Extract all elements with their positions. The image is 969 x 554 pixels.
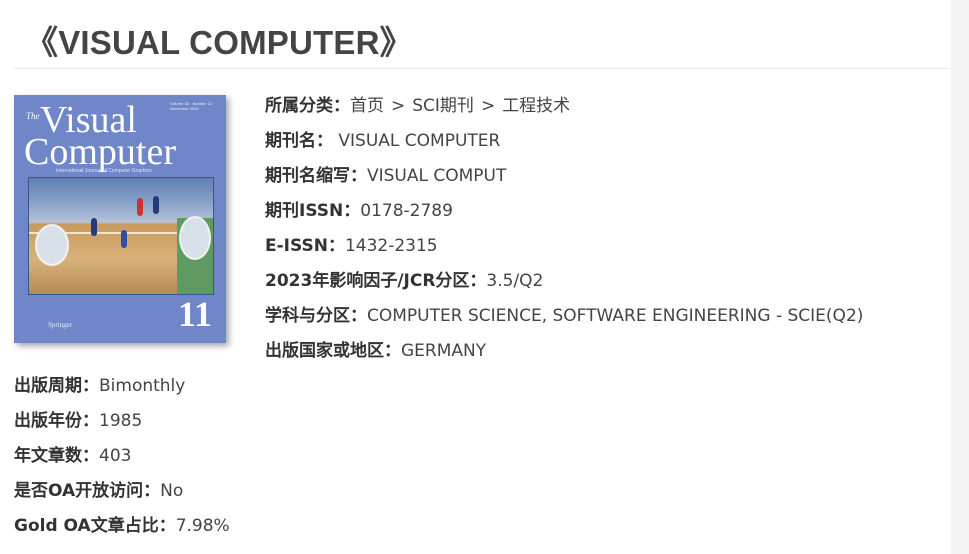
breadcrumb-engineering-link[interactable]: 工程技术 bbox=[502, 96, 570, 116]
detail-subject-category: 学科与分区：COMPUTER SCIENCE, SOFTWARE ENGINEE… bbox=[265, 305, 863, 327]
detail-value: VISUAL COMPUTER bbox=[338, 131, 501, 151]
detail-frequency: 出版周期：Bimonthly bbox=[14, 375, 185, 397]
cover-player bbox=[137, 198, 143, 216]
detail-value: 403 bbox=[99, 446, 132, 466]
detail-abbreviation: 期刊名缩写：VISUAL COMPUT bbox=[265, 165, 506, 187]
detail-label: 期刊名： bbox=[265, 131, 333, 151]
detail-label: E-ISSN： bbox=[265, 236, 345, 256]
detail-label: 学科与分区： bbox=[265, 306, 367, 326]
breadcrumb-label: 所属分类： bbox=[265, 96, 350, 116]
detail-label: 出版周期： bbox=[14, 376, 99, 396]
detail-articles-per-year: 年文章数：403 bbox=[14, 445, 131, 467]
detail-label: 年文章数： bbox=[14, 446, 99, 466]
detail-value: No bbox=[160, 481, 184, 501]
detail-eissn: E-ISSN：1432-2315 bbox=[265, 235, 438, 257]
detail-label: 2023年影响因子/JCR分区： bbox=[265, 271, 487, 291]
detail-issn: 期刊ISSN：0178-2789 bbox=[265, 200, 453, 222]
journal-cover-image: Volume 35 · Number 11 · November 2019 Th… bbox=[14, 95, 226, 343]
detail-impact-factor: 2023年影响因子/JCR分区：3.5/Q2 bbox=[265, 270, 543, 292]
cover-subtitle: International Journal of Computer Graphi… bbox=[56, 168, 152, 174]
detail-value: 1985 bbox=[99, 411, 143, 431]
breadcrumb-home-link[interactable]: 首页 bbox=[350, 96, 384, 116]
detail-value: GERMANY bbox=[401, 341, 487, 361]
cover-illustration bbox=[28, 177, 214, 295]
cover-player bbox=[153, 196, 159, 214]
cover-player bbox=[121, 230, 127, 248]
detail-label: 是否OA开放访问： bbox=[14, 481, 161, 501]
cover-player bbox=[91, 218, 97, 236]
breadcrumb-separator: > bbox=[480, 96, 496, 116]
detail-label: 期刊ISSN： bbox=[265, 201, 361, 221]
detail-value: 7.98% bbox=[175, 516, 230, 536]
breadcrumb-separator: > bbox=[391, 96, 406, 116]
cover-title-line2: Computer bbox=[24, 131, 176, 173]
detail-journal-name: 期刊名： VISUAL COMPUTER bbox=[265, 130, 500, 152]
detail-open-access: 是否OA开放访问：No bbox=[14, 480, 183, 502]
detail-value: 0178-2789 bbox=[360, 201, 453, 221]
detail-country: 出版国家或地区：GERMANY bbox=[265, 340, 486, 362]
cover-bubble-right bbox=[179, 216, 211, 260]
title-row: 《VISUAL COMPUTER》 bbox=[13, 0, 951, 69]
detail-label: 期刊名缩写： bbox=[265, 166, 367, 186]
breadcrumb-sci-link[interactable]: SCI期刊 bbox=[412, 96, 474, 116]
detail-gold-oa-ratio: Gold OA文章占比：7.98% bbox=[14, 515, 230, 537]
detail-start-year: 出版年份：1985 bbox=[14, 410, 142, 432]
cover-title-the: The bbox=[26, 111, 40, 121]
detail-value: VISUAL COMPUT bbox=[367, 166, 507, 186]
detail-value: 3.5/Q2 bbox=[486, 271, 544, 291]
page-title: 《VISUAL COMPUTER》 bbox=[25, 24, 413, 61]
detail-label: Gold OA文章占比： bbox=[14, 516, 176, 536]
cover-bubble-left bbox=[35, 224, 69, 266]
cover-issue-number: 11 bbox=[177, 294, 212, 334]
detail-label: 出版年份： bbox=[14, 411, 99, 431]
detail-value: Bimonthly bbox=[99, 376, 186, 396]
detail-value: 1432-2315 bbox=[344, 236, 438, 256]
journal-card: 《VISUAL COMPUTER》 Volume 35 · Number 11 … bbox=[0, 0, 951, 554]
detail-label: 出版国家或地区： bbox=[265, 341, 401, 361]
breadcrumb: 所属分类：首页 > SCI期刊 > 工程技术 bbox=[265, 95, 570, 117]
detail-value: COMPUTER SCIENCE, SOFTWARE ENGINEERING -… bbox=[367, 306, 864, 326]
cover-volume-text: Volume 35 · Number 11 · November 2019 bbox=[170, 101, 215, 111]
cover-publisher: Springer bbox=[48, 321, 73, 329]
